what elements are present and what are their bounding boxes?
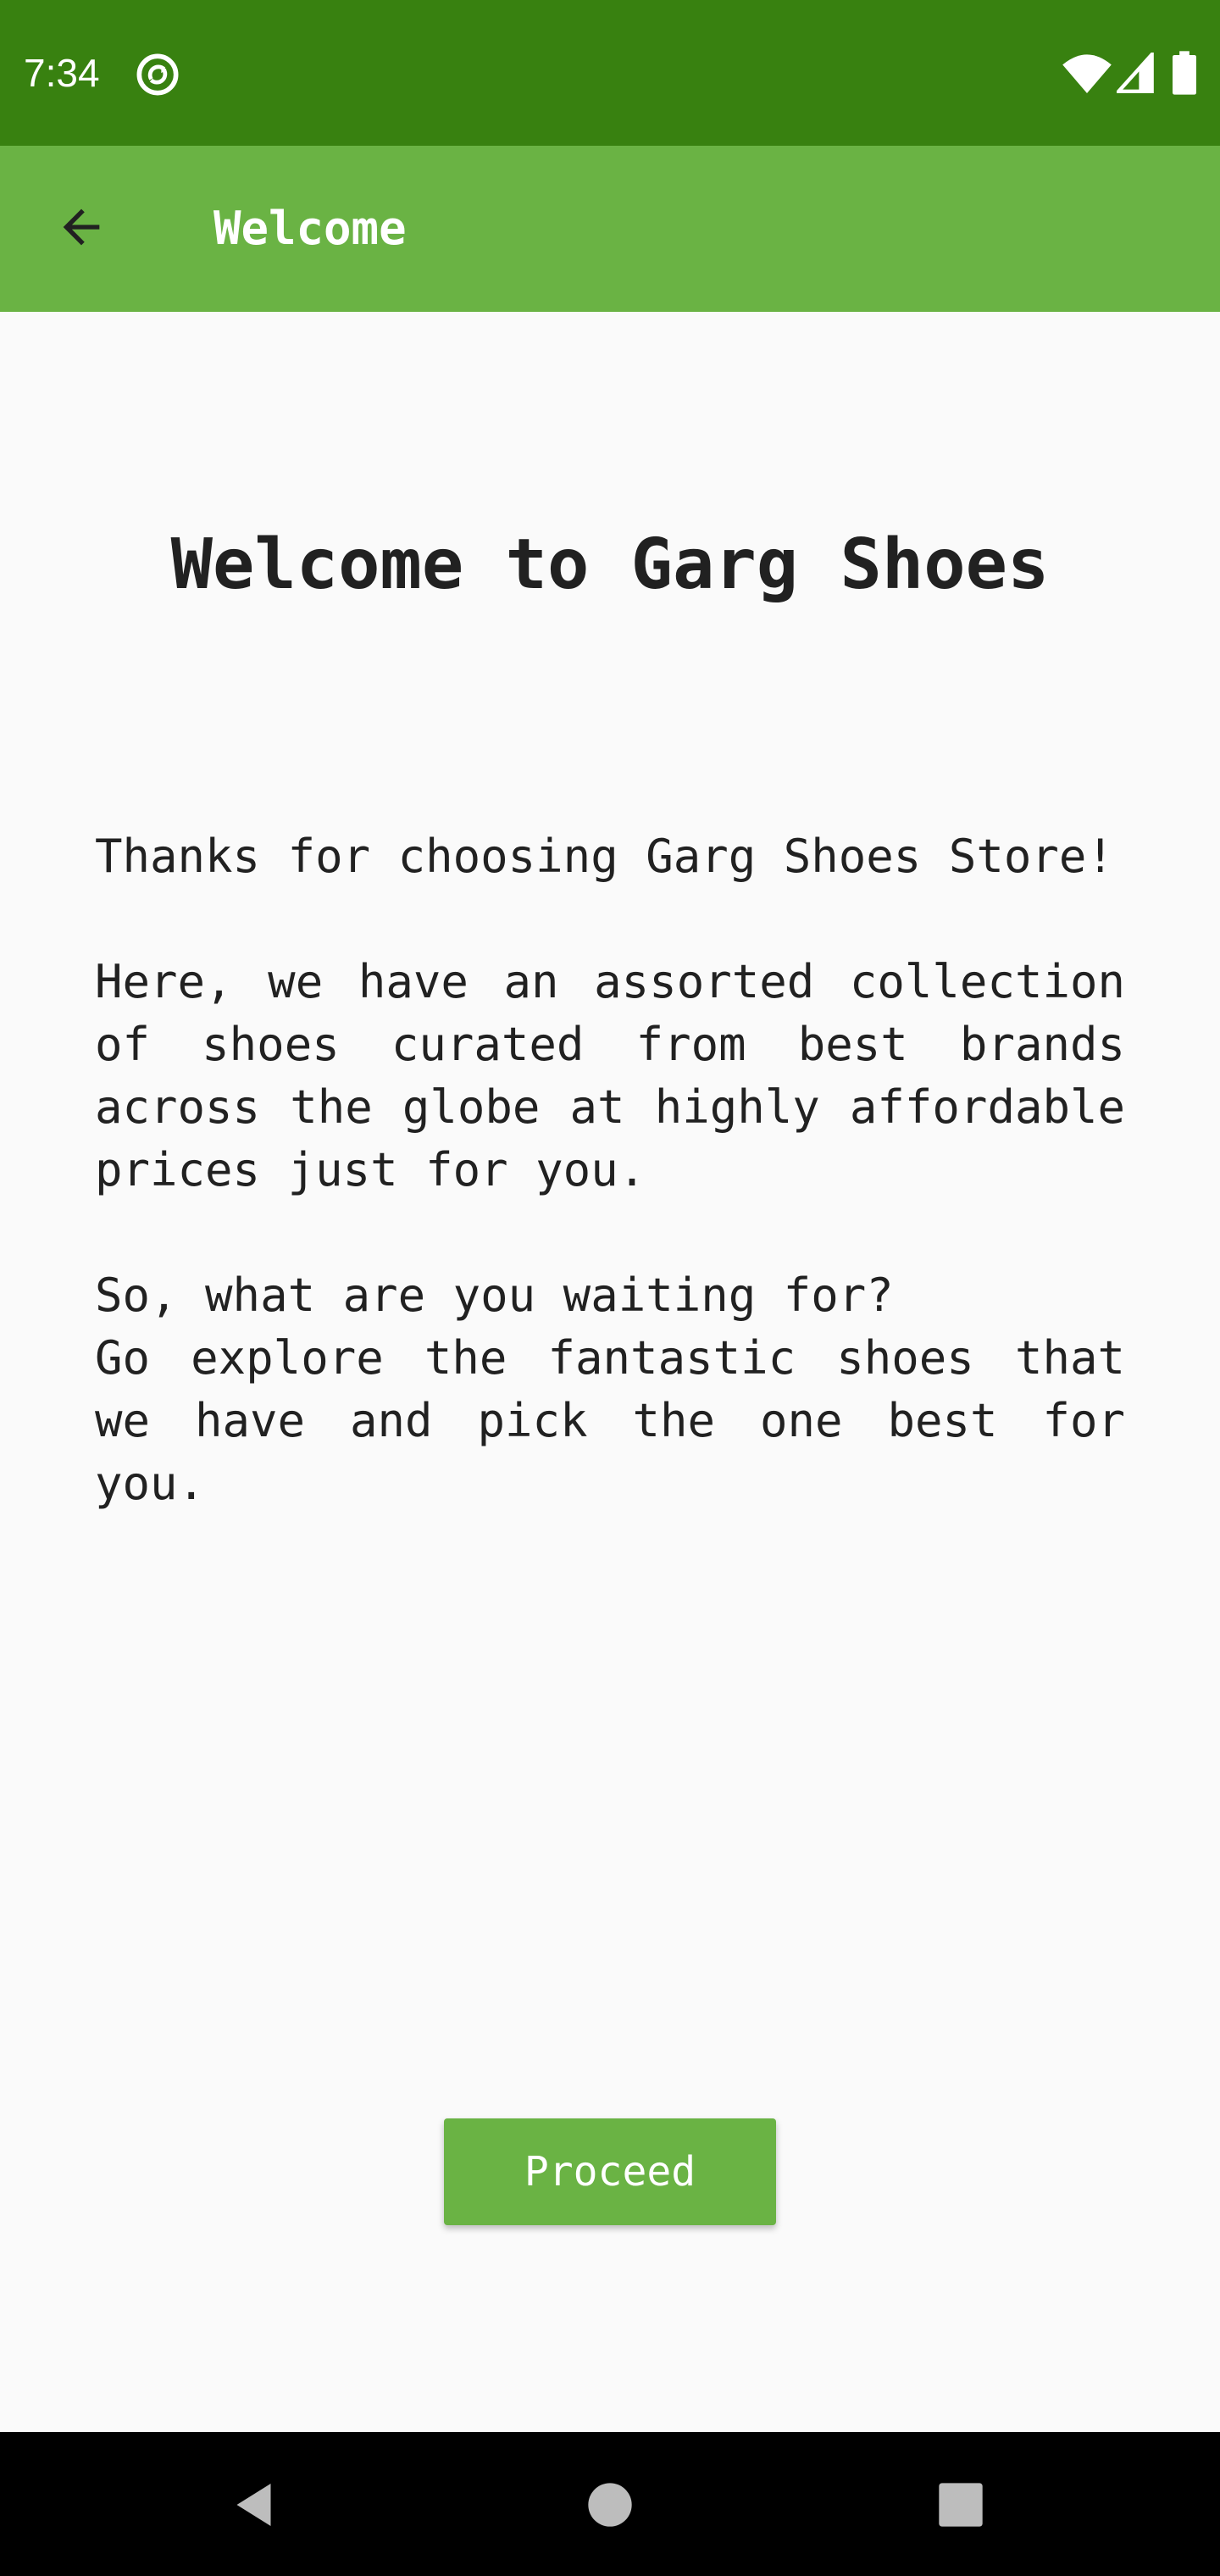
signal-icon	[1117, 53, 1154, 93]
proceed-button[interactable]: Proceed	[444, 2118, 776, 2225]
sync-icon	[136, 53, 179, 96]
nav-recents-icon[interactable]	[937, 2481, 984, 2529]
welcome-heading: Welcome to Garg Shoes	[170, 525, 1050, 605]
navigation-bar	[0, 2432, 1220, 2576]
status-bar: 7:34	[0, 0, 1220, 146]
thanks-paragraph: Thanks for choosing Garg Shoes Store!	[95, 830, 1114, 883]
wifi-icon	[1062, 54, 1112, 93]
question-paragraph: So, what are you waiting for?	[95, 1269, 894, 1322]
back-button[interactable]	[34, 180, 129, 275]
nav-home-icon[interactable]	[586, 2481, 634, 2529]
status-time: 7:34	[24, 51, 100, 95]
nav-back-icon[interactable]	[230, 2479, 281, 2530]
explore-paragraph: Go explore the fantastic shoes that we h…	[95, 1331, 1125, 1510]
arrow-back-icon	[63, 208, 100, 246]
battery-icon	[1173, 51, 1196, 95]
collection-paragraph: Here, we have an assorted collection of …	[95, 955, 1125, 1196]
app-title: Welcome	[214, 202, 407, 255]
welcome-message: Thanks for choosing Garg Shoes Store! He…	[95, 825, 1125, 1515]
app-bar: Welcome	[0, 146, 1220, 312]
